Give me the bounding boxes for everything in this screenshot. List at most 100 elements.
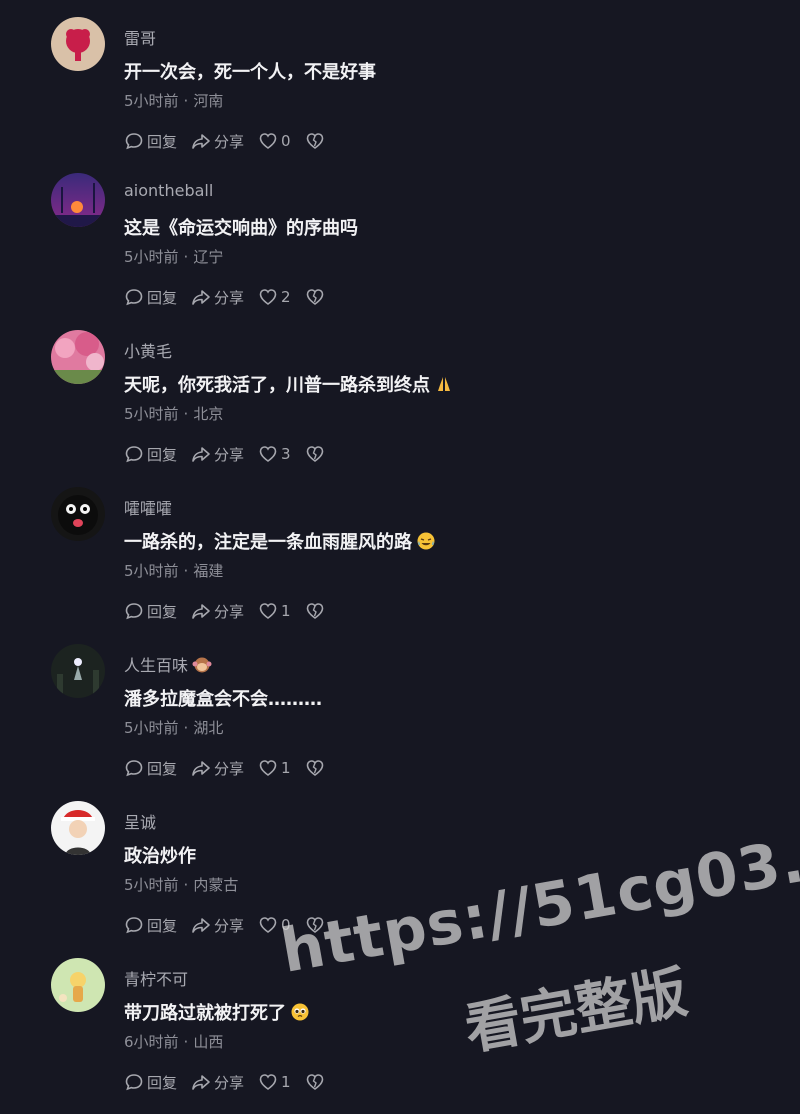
meta-separator: ·	[183, 562, 189, 580]
reply-button[interactable]: 回复	[124, 1072, 177, 1093]
comment-username[interactable]: 雷哥	[124, 25, 156, 49]
pleading-emoji	[291, 1003, 309, 1021]
comment-text: 带刀路过就被打死了	[124, 999, 310, 1025]
comment-time: 5小时前	[124, 92, 179, 110]
heart-icon	[259, 1074, 277, 1090]
meta-separator: ·	[183, 876, 189, 894]
avatar[interactable]	[51, 958, 105, 1012]
comment-time: 6小时前	[124, 1033, 179, 1051]
comment-username[interactable]: 小黄毛	[124, 338, 172, 362]
comment-location: 内蒙古	[193, 876, 239, 894]
meta-separator: ·	[183, 92, 189, 110]
reply-icon	[125, 446, 143, 463]
reply-button[interactable]: 回复	[124, 287, 177, 308]
dislike-button[interactable]	[305, 131, 325, 151]
like-button[interactable]: 1	[258, 1072, 291, 1092]
reply-button[interactable]: 回复	[124, 444, 177, 465]
heart-icon	[259, 446, 277, 462]
share-button[interactable]: 分享	[191, 444, 244, 465]
reply-label: 回复	[147, 1073, 178, 1092]
comment-text: 一路杀的，注定是一条血雨腥风的路	[124, 528, 436, 554]
reply-button[interactable]: 回复	[124, 915, 177, 936]
comment-item: 青柠不可 带刀路过就被打死了 6小时前 · 山西 回复 分享 1	[0, 941, 800, 1097]
broken-heart-icon	[306, 1074, 323, 1090]
share-button[interactable]: 分享	[191, 1072, 244, 1093]
comment-location: 山西	[193, 1033, 224, 1051]
reply-button[interactable]: 回复	[124, 131, 177, 152]
comment-time: 5小时前	[124, 248, 179, 266]
dislike-button[interactable]	[305, 287, 325, 307]
dislike-button[interactable]	[305, 915, 325, 935]
comment-time: 5小时前	[124, 562, 179, 580]
share-button[interactable]: 分享	[191, 287, 244, 308]
broken-heart-icon	[306, 289, 323, 305]
like-button[interactable]: 1	[258, 758, 291, 778]
comment-time: 5小时前	[124, 719, 179, 737]
reply-label: 回复	[147, 759, 178, 778]
comment-username[interactable]: 人生百味	[124, 652, 212, 676]
share-icon	[192, 1075, 210, 1090]
meta-separator: ·	[183, 719, 189, 737]
laughing-crying-emoji	[417, 532, 435, 550]
reply-label: 回复	[147, 602, 178, 621]
share-icon	[192, 447, 210, 462]
avatar[interactable]	[51, 173, 105, 227]
share-button[interactable]: 分享	[191, 915, 244, 936]
reply-icon	[125, 603, 143, 620]
share-label: 分享	[214, 132, 245, 151]
share-button[interactable]: 分享	[191, 601, 244, 622]
avatar[interactable]	[51, 330, 105, 384]
reply-icon	[125, 917, 143, 934]
comment-time: 5小时前	[124, 405, 179, 423]
like-button[interactable]: 1	[258, 601, 291, 621]
comment-username[interactable]: 嚯嚯嚯	[124, 495, 172, 519]
comment-username[interactable]: 呈诚	[124, 809, 156, 833]
reply-button[interactable]: 回复	[124, 601, 177, 622]
reply-icon	[125, 1074, 143, 1091]
like-button[interactable]: 0	[258, 915, 291, 935]
reply-label: 回复	[147, 445, 178, 464]
comment-location: 福建	[193, 562, 224, 580]
share-icon	[192, 134, 210, 149]
comment-time: 5小时前	[124, 876, 179, 894]
reply-label: 回复	[147, 916, 178, 935]
comment-actions: 回复 分享 1	[124, 600, 339, 622]
comment-item: 嚯嚯嚯 一路杀的，注定是一条血雨腥风的路 5小时前 · 福建 回复 分享 1	[0, 470, 800, 626]
share-label: 分享	[214, 916, 245, 935]
reply-icon	[125, 760, 143, 777]
comment-location: 河南	[193, 92, 224, 110]
comment-text: 政治炒作	[124, 846, 196, 867]
broken-heart-icon	[306, 917, 323, 933]
avatar[interactable]	[51, 644, 105, 698]
like-count: 0	[281, 916, 291, 934]
comment-item: 雷哥 开一次会，死一个人，不是好事 5小时前 · 河南 回复 分享 0	[0, 0, 800, 156]
like-count: 3	[281, 445, 291, 463]
meta-separator: ·	[183, 1033, 189, 1051]
comment-meta: 5小时前 · 辽宁	[124, 246, 223, 267]
reply-label: 回复	[147, 132, 178, 151]
comment-item: aiontheball 这是《命运交响曲》的序曲吗 5小时前 · 辽宁 回复 分享 …	[0, 156, 800, 312]
dislike-button[interactable]	[305, 758, 325, 778]
comment-location: 湖北	[193, 719, 224, 737]
like-button[interactable]: 3	[258, 444, 291, 464]
like-button[interactable]: 0	[258, 131, 291, 151]
share-button[interactable]: 分享	[191, 131, 244, 152]
avatar[interactable]	[51, 487, 105, 541]
comment-actions: 回复 分享 1	[124, 757, 339, 779]
avatar[interactable]	[51, 801, 105, 855]
share-button[interactable]: 分享	[191, 758, 244, 779]
share-icon	[192, 604, 210, 619]
dislike-button[interactable]	[305, 1072, 325, 1092]
reply-icon	[125, 133, 143, 150]
comment-username[interactable]: 青柠不可	[124, 966, 188, 990]
dislike-button[interactable]	[305, 601, 325, 621]
share-icon	[192, 918, 210, 933]
reply-button[interactable]: 回复	[124, 758, 177, 779]
avatar[interactable]	[51, 17, 105, 71]
comment-username[interactable]: aiontheball	[124, 181, 213, 200]
dislike-button[interactable]	[305, 444, 325, 464]
like-button[interactable]: 2	[258, 287, 291, 307]
share-icon	[192, 761, 210, 776]
comment-text: 这是《命运交响曲》的序曲吗	[124, 218, 358, 239]
broken-heart-icon	[306, 603, 323, 619]
